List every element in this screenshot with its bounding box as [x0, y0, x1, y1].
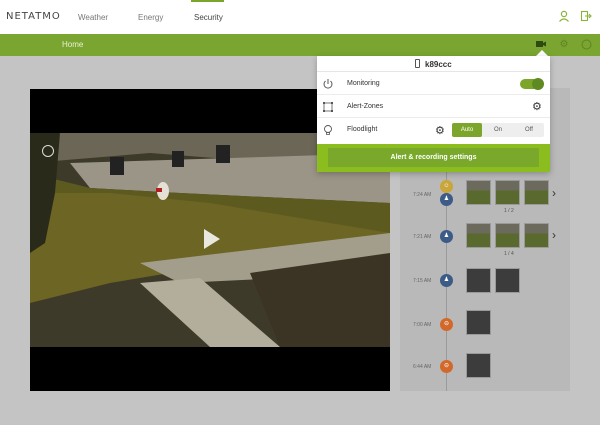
floodlight-mode-selector: Auto On Off [452, 123, 544, 137]
camera-name: k89ccc [425, 60, 452, 69]
monitoring-row: Monitoring [317, 73, 550, 95]
zones-icon [322, 101, 334, 113]
floodlight-label: Floodlight [347, 126, 378, 133]
event-thumbnail[interactable] [466, 353, 491, 378]
chevron-right-icon[interactable]: › [552, 228, 556, 242]
person-event-icon: ♟ [440, 230, 453, 243]
monitoring-label: Monitoring [347, 80, 380, 87]
alert-recording-settings-button[interactable]: Alert & recording settings [328, 148, 539, 167]
popup-footer: Alert & recording settings [317, 144, 550, 172]
home-link[interactable]: Home [62, 40, 83, 49]
logout-icon[interactable] [579, 10, 593, 24]
event-time: 7:15 AM [413, 278, 432, 284]
user-icon[interactable] [557, 10, 571, 24]
play-icon[interactable] [204, 229, 220, 249]
sub-navbar: Home ⚙ [0, 34, 600, 56]
vehicle-event-icon: ⊖ [440, 318, 453, 331]
event-count: 1 / 2 [504, 208, 514, 214]
floodlight-on-button[interactable]: On [483, 123, 513, 137]
chevron-right-icon[interactable]: › [552, 186, 556, 200]
person-event-icon: ♟ [440, 193, 453, 206]
face-event-icon: ☺ [440, 180, 453, 193]
replay-icon[interactable] [42, 145, 54, 157]
popup-header: k89ccc [317, 56, 550, 72]
event-thumbnail[interactable] [495, 223, 520, 248]
floodlight-auto-button[interactable]: Auto [452, 123, 482, 137]
event-thumbnail[interactable] [495, 180, 520, 205]
toggle-knob [532, 78, 544, 90]
alert-zones-label: Alert-Zones [347, 103, 384, 110]
event-time: 6:44 AM [413, 364, 432, 370]
floodlight-row: Floodlight ⚙ Auto On Off [317, 119, 550, 141]
alert-zones-gear-icon[interactable]: ⚙ [532, 101, 542, 113]
event-count: 1 / 4 [504, 251, 514, 257]
event-time: 7:21 AM [413, 234, 432, 240]
bulb-icon [322, 124, 334, 136]
help-icon[interactable] [580, 39, 592, 51]
event-thumbnail[interactable] [466, 223, 491, 248]
event-time: 7:24 AM [413, 192, 432, 198]
nav-active-indicator [191, 0, 224, 2]
vehicle-event-icon: ⊖ [440, 360, 453, 373]
nav-weather[interactable]: Weather [78, 13, 108, 22]
settings-gear-icon[interactable]: ⚙ [558, 39, 570, 51]
top-navbar: NETATMO Weather Energy Security [0, 0, 600, 34]
person-event-icon: ♟ [440, 274, 453, 287]
event-time: 7:00 AM [413, 322, 432, 328]
event-thumbnail[interactable] [466, 180, 491, 205]
event-thumbnail[interactable] [495, 268, 520, 293]
camera-device-icon [415, 59, 420, 68]
nav-security[interactable]: Security [194, 13, 223, 22]
event-thumbnail[interactable] [524, 223, 549, 248]
event-thumbnail[interactable] [466, 310, 491, 335]
event-thumbnail[interactable] [524, 180, 549, 205]
nav-energy[interactable]: Energy [138, 13, 163, 22]
floodlight-gear-icon[interactable]: ⚙ [435, 125, 445, 137]
camera-settings-popup: k89ccc Monitoring Alert-Zones ⚙ Floodlig… [317, 56, 550, 172]
alert-zones-row[interactable]: Alert-Zones ⚙ [317, 96, 550, 118]
monitoring-toggle[interactable] [520, 78, 544, 90]
floodlight-off-button[interactable]: Off [514, 123, 544, 137]
event-thumbnail[interactable] [466, 268, 491, 293]
power-icon [322, 78, 334, 90]
brand-logo[interactable]: NETATMO [6, 11, 61, 22]
